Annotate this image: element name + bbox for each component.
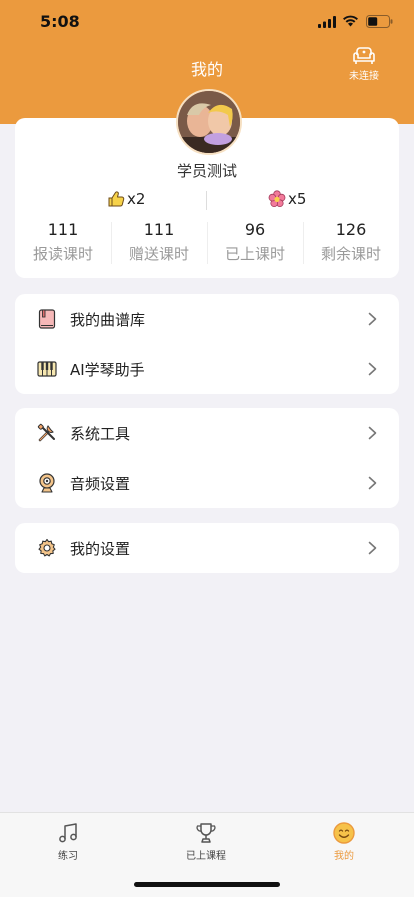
flower-count: x5 — [288, 190, 307, 208]
device-status-label: 未连接 — [349, 71, 379, 82]
menu-group-settings: 我的设置 — [15, 523, 399, 573]
trophy-icon — [196, 823, 216, 843]
chevron-right-icon — [368, 541, 377, 555]
menu-item-label: 我的设置 — [70, 540, 131, 558]
stat-label: 剩余课时 — [320, 245, 381, 263]
like-count: x2 — [127, 190, 146, 208]
stat-value: 96 — [244, 220, 266, 239]
menu-item-songbook[interactable]: 我的曲谱库 — [15, 294, 399, 344]
tab-label: 已上课程 — [186, 851, 226, 862]
reward-badges: x2 x5 — [15, 190, 399, 212]
tab-practice[interactable]: 练习 — [18, 821, 118, 862]
tab-mine[interactable]: 我的 — [294, 821, 394, 862]
sofa-icon — [353, 47, 375, 64]
tab-courses[interactable]: 已上课程 — [156, 821, 256, 862]
tab-label: 练习 — [58, 851, 78, 862]
stat-value: 111 — [47, 220, 79, 239]
songbook-icon — [38, 309, 56, 329]
avatar-photo — [178, 91, 240, 153]
cell-signal-icon — [318, 16, 336, 28]
menu-item-label: 我的曲谱库 — [70, 311, 146, 329]
menu-group-library: 我的曲谱库 AI学琴助手 — [15, 294, 399, 394]
like-badge: x2 — [107, 190, 145, 208]
menu-item-my-settings[interactable]: 我的设置 — [15, 523, 399, 573]
menu-item-label: 系统工具 — [70, 425, 131, 443]
stat-value: 126 — [335, 220, 367, 239]
avatar[interactable] — [176, 89, 242, 155]
chevron-right-icon — [368, 426, 377, 440]
gear-icon — [38, 538, 56, 557]
tools-icon — [37, 423, 55, 442]
smiley-icon — [333, 822, 355, 844]
menu-item-label: AI学琴助手 — [70, 361, 145, 379]
thumbs-up-icon — [108, 191, 125, 207]
menu-item-label: 音频设置 — [70, 475, 131, 493]
battery-icon — [366, 15, 393, 28]
stat-enrolled: 111 报读课时 — [15, 218, 111, 270]
wifi-icon — [343, 15, 358, 27]
chevron-right-icon — [368, 476, 377, 490]
badge-divider — [206, 191, 207, 210]
lesson-stats: 111 报读课时 111 赠送课时 96 已上课时 126 剩余课时 — [15, 218, 399, 270]
status-time: 5:08 — [40, 12, 80, 31]
music-note-icon — [59, 823, 77, 843]
menu-item-system-tools[interactable]: 系统工具 — [15, 408, 399, 458]
user-name: 学员测试 — [176, 162, 237, 180]
status-bar: 5:08 — [0, 0, 414, 46]
menu-item-ai-assistant[interactable]: AI学琴助手 — [15, 344, 399, 394]
chevron-right-icon — [368, 362, 377, 376]
flower-icon — [268, 190, 286, 207]
stat-label: 报读课时 — [32, 245, 93, 263]
flower-badge: x5 — [268, 190, 306, 208]
webcam-icon — [39, 473, 55, 493]
menu-group-system: 系统工具 音频设置 — [15, 408, 399, 508]
stat-value: 111 — [143, 220, 175, 239]
stat-bonus: 111 赠送课时 — [111, 218, 207, 270]
stat-label: 赠送课时 — [128, 245, 189, 263]
menu-item-audio-settings[interactable]: 音频设置 — [15, 458, 399, 508]
home-indicator[interactable] — [134, 882, 280, 887]
piano-keys-icon — [37, 361, 57, 377]
chevron-right-icon — [368, 312, 377, 326]
stat-attended: 96 已上课时 — [207, 218, 303, 270]
device-connection-button[interactable]: 未连接 — [343, 46, 385, 82]
stat-remaining: 126 剩余课时 — [303, 218, 399, 270]
tab-label: 我的 — [334, 851, 354, 862]
stat-label: 已上课时 — [224, 245, 285, 263]
